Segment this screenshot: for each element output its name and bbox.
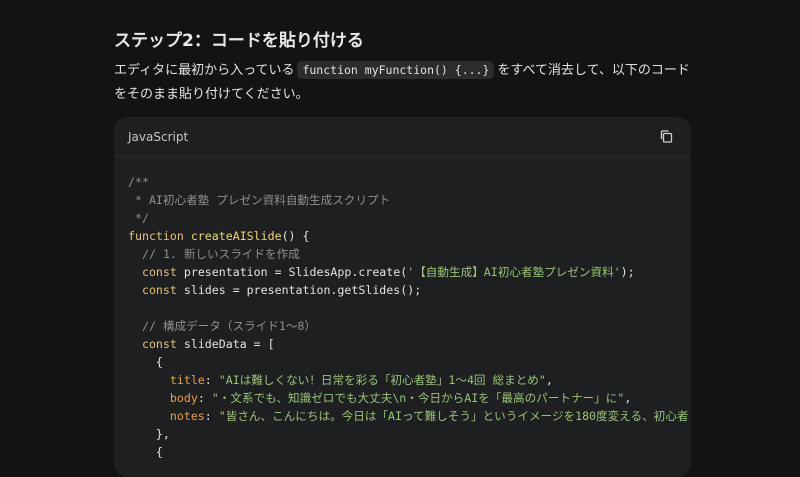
code-line: const slides = presentation.getSlides(); [128,283,421,297]
code-line: function createAISlide() { [128,229,310,243]
code-token-string: '【自動生成】AI初心者塾プレゼン資料' [407,265,621,279]
code-token-plain: , [624,391,632,405]
instruction-paragraph: エディタに最初から入っている function myFunction() {...… [114,58,694,107]
code-token-keyword: const [128,265,177,279]
code-token-plain: : [197,391,212,405]
code-block: JavaScript /** * AI初心者塾 プレゼン資料自動生成スクリプト … [114,117,691,477]
code-token-plain: : [204,373,219,387]
paragraph-text-before: エディタに最初から入っている [114,63,295,78]
code-line: // 構成データ（スライド1〜8） [128,319,316,333]
code-line: { [128,355,163,369]
copy-icon [660,130,672,143]
code-token-keyword: const [128,337,177,351]
code-line: const slideData = [ [128,337,275,351]
code-token-keyword: const [128,283,177,297]
code-token-plain: presentation = SlidesApp.create( [176,265,408,279]
copy-code-button[interactable] [655,126,677,148]
inline-code: function myFunction() {...} [297,61,495,79]
code-token-plain: slideData = [ [176,337,275,351]
code-line: body: "・文系でも、知識ゼロでも大丈夫\n・今日からAIを「最高のパートナ… [128,391,631,405]
code-token-plain: ); [620,265,635,279]
code-line: const presentation = SlidesApp.create('【… [128,265,635,279]
code-token-string: "皆さん、こんにちは。今日は「AIって難しそう」というイメージを180度変える、… [218,409,689,423]
code-line: { [128,445,163,459]
code-language-label: JavaScript [128,129,189,144]
step-heading: ステップ2：コードを貼り付ける [114,31,364,51]
code-content: /** * AI初心者塾 プレゼン資料自動生成スクリプト */ function… [114,157,691,461]
code-line: */ [128,211,149,225]
code-token-string: "AIは難しくない！日常を彩る「初心者塾」1〜4回 総まとめ" [218,373,546,387]
code-line: // 1. 新しいスライドを作成 [128,247,300,261]
code-block-header: JavaScript [114,117,691,157]
code-line: * AI初心者塾 プレゼン資料自動生成スクリプト [128,193,391,207]
code-token-plain: , [545,373,553,387]
code-token-plain: : [204,409,219,423]
code-line: notes: "皆さん、こんにちは。今日は「AIって難しそう」というイメージを1… [128,409,689,423]
code-line: /** [128,175,149,189]
code-line: }, [128,427,170,441]
code-token-string: "・文系でも、知識ゼロでも大丈夫\n・今日からAIを「最高のパートナー」に" [211,391,625,405]
code-token-plain: slides = presentation.getSlides(); [176,283,422,297]
code-token-property: title [128,373,205,387]
code-token-plain: () { [281,229,310,243]
code-token-function: createAISlide [190,229,282,243]
code-line: title: "AIは難しくない！日常を彩る「初心者塾」1〜4回 総まとめ", [128,373,553,387]
code-token-property: notes [128,409,205,423]
code-token-property: body [128,391,198,405]
code-token-keyword: function [128,229,184,243]
